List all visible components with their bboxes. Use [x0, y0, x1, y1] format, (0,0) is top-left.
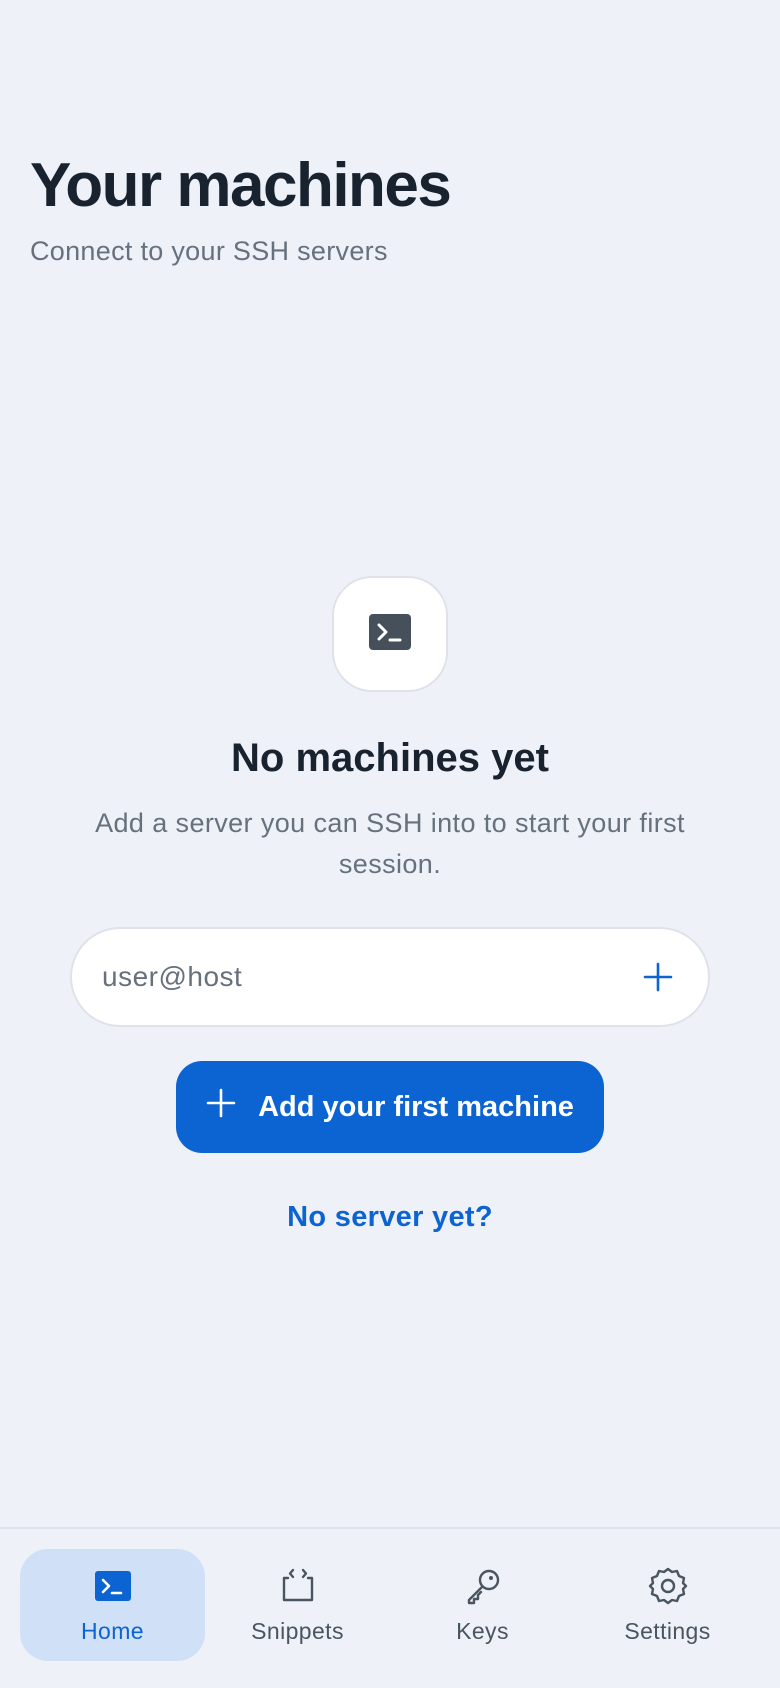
plus-icon[interactable] — [638, 957, 678, 997]
page-subtitle: Connect to your SSH servers — [30, 236, 388, 267]
header: Your machines Connect to your SSH server… — [30, 151, 452, 267]
code-file-icon — [278, 1566, 318, 1606]
page-title: Your machines — [30, 151, 452, 220]
empty-state-description: Add a server you can SSH into to start y… — [95, 808, 685, 879]
key-icon — [463, 1566, 503, 1606]
host-input[interactable] — [102, 961, 638, 993]
nav-item-keys[interactable]: Keys — [390, 1549, 575, 1661]
nav-item-snippets[interactable]: Snippets — [205, 1549, 390, 1661]
empty-state-title: No machines yet — [231, 736, 549, 780]
nav-item-settings[interactable]: Settings — [575, 1549, 760, 1661]
bottom-nav: Home Snippets Keys Settings — [0, 1527, 780, 1688]
add-first-machine-label: Add your first machine — [258, 1090, 574, 1123]
add-first-machine-button[interactable]: Add your first machine — [176, 1061, 604, 1153]
nav-item-home[interactable]: Home — [20, 1549, 205, 1661]
host-field — [70, 927, 710, 1027]
nav-label-snippets: Snippets — [251, 1617, 344, 1644]
terminal-icon — [369, 613, 411, 655]
empty-state: No machines yet Add a server you can SSH… — [0, 576, 780, 1234]
nav-label-home: Home — [81, 1617, 144, 1644]
nav-label-keys: Keys — [456, 1617, 509, 1644]
terminal-tile — [332, 576, 448, 692]
plus-icon — [206, 1088, 236, 1126]
nav-label-settings: Settings — [624, 1617, 711, 1644]
home-screen: Your machines Connect to your SSH server… — [0, 0, 780, 1688]
terminal-icon — [93, 1566, 133, 1606]
no-server-yet-link[interactable]: No server yet? — [287, 1201, 493, 1234]
gear-icon — [648, 1566, 688, 1606]
